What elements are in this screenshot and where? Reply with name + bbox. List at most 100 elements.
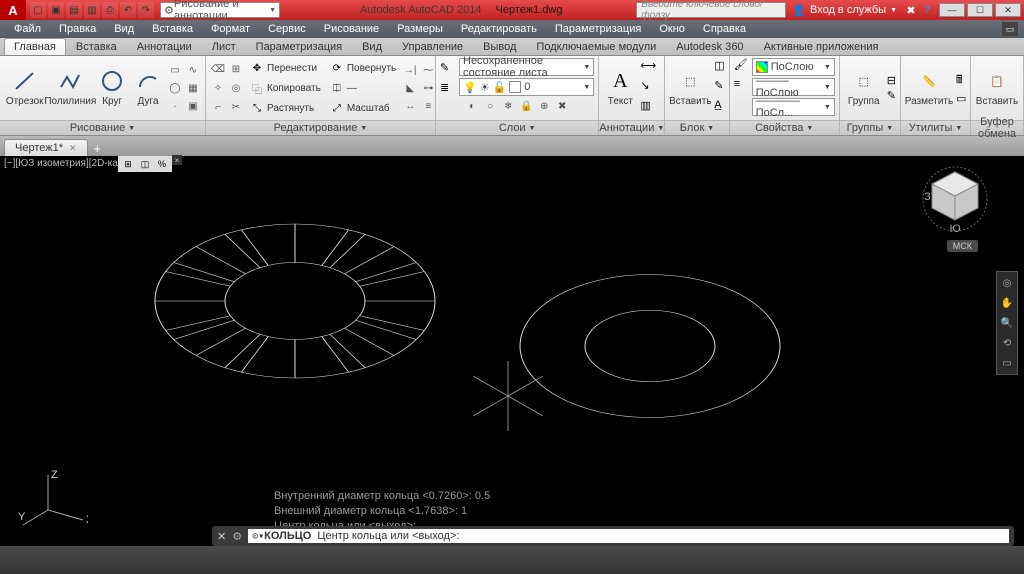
info-icon[interactable]: ▭ bbox=[1002, 22, 1018, 36]
tab-annotate[interactable]: Аннотации bbox=[127, 38, 202, 55]
undo-icon[interactable]: ↶ bbox=[120, 2, 136, 18]
layeriso-icon[interactable]: ◐ bbox=[464, 98, 480, 114]
attr-icon[interactable]: A̲ bbox=[714, 99, 724, 117]
close-icon[interactable]: ✕ bbox=[69, 143, 77, 154]
menu-param[interactable]: Параметризация bbox=[547, 23, 649, 35]
lineweight-combo[interactable]: ——— ПоСлою▼ bbox=[752, 78, 835, 96]
calc-icon[interactable]: 🖩 bbox=[956, 71, 966, 90]
layerlock-icon[interactable]: 🔒 bbox=[518, 98, 534, 114]
select-icon[interactable]: ▭ bbox=[956, 92, 966, 105]
command-input[interactable]: ⊙▾ КОЛЬЦО Центр кольца или <выход>: bbox=[248, 529, 1009, 543]
group-button[interactable]: ⬚Группа bbox=[844, 58, 884, 118]
array-icon[interactable]: ⊞ bbox=[228, 61, 244, 77]
showmotion-icon[interactable]: ▭ bbox=[999, 355, 1015, 371]
app-logo[interactable]: A bbox=[0, 0, 26, 20]
line-button[interactable]: Отрезок bbox=[4, 58, 45, 118]
maximize-button[interactable]: ☐ bbox=[967, 3, 993, 17]
save-icon[interactable]: ▤ bbox=[66, 2, 82, 18]
scale-button[interactable]: ⤢Масштаб bbox=[327, 99, 399, 117]
rotate-button[interactable]: ⟳Повернуть bbox=[327, 59, 399, 77]
layerstate-combo[interactable]: Несохраненное состояние листа▼ bbox=[459, 58, 594, 76]
layerfrz-icon[interactable]: ❄ bbox=[500, 98, 516, 114]
align-icon[interactable]: ≡ bbox=[420, 98, 436, 114]
menu-file[interactable]: Файл bbox=[6, 23, 49, 35]
erase-icon[interactable]: ⌫ bbox=[210, 61, 226, 77]
tab-layout[interactable]: Лист bbox=[202, 38, 246, 55]
rect-icon[interactable]: ▭ bbox=[167, 62, 183, 78]
mirror-button[interactable]: ⎅— bbox=[327, 79, 399, 97]
command-line[interactable]: ✕ ⚙ ⊙▾ КОЛЬЦО Центр кольца или <выход>: bbox=[212, 526, 1014, 546]
explode-icon[interactable]: ✧ bbox=[210, 80, 226, 96]
list-icon[interactable]: ≡ bbox=[734, 78, 750, 96]
stretch-button[interactable]: ⤡Растянуть bbox=[247, 99, 324, 117]
create-block-icon[interactable]: ◫ bbox=[714, 59, 724, 77]
region-icon[interactable]: ▣ bbox=[185, 98, 201, 114]
hatch-icon[interactable]: ▦ bbox=[185, 80, 201, 96]
tab-output[interactable]: Вывод bbox=[473, 38, 526, 55]
redo-icon[interactable]: ↷ bbox=[138, 2, 154, 18]
dimlinear-icon[interactable]: ⟷ bbox=[640, 59, 656, 77]
wheel-icon[interactable]: ◎ bbox=[999, 275, 1015, 291]
help-icon[interactable]: ? bbox=[919, 4, 935, 16]
matchprop-icon[interactable]: 🖌 bbox=[734, 58, 750, 76]
color-combo[interactable]: ПоСлою▼ bbox=[752, 58, 835, 76]
menu-insert[interactable]: Вставка bbox=[144, 23, 201, 35]
close-button[interactable]: ✕ bbox=[995, 3, 1021, 17]
layerprops-icon[interactable]: ✎ bbox=[440, 61, 456, 74]
menu-dim[interactable]: Размеры bbox=[389, 23, 451, 35]
signin-button[interactable]: 👤 Вход в службы ▼ bbox=[792, 4, 897, 17]
tab-plugins[interactable]: Подключаемые модули bbox=[526, 38, 666, 55]
print-icon[interactable]: ⎙ bbox=[102, 2, 118, 18]
exchange-icon[interactable]: ✖ bbox=[903, 4, 919, 17]
menu-tools[interactable]: Сервис bbox=[260, 23, 314, 35]
layermatch-icon[interactable]: ≣ bbox=[440, 81, 456, 94]
workspace-selector[interactable]: ⚙ Рисование и аннотации ▼ bbox=[160, 2, 280, 18]
spline-icon[interactable]: ∿ bbox=[185, 62, 201, 78]
offset-icon[interactable]: ◎ bbox=[228, 80, 244, 96]
layeroff-icon[interactable]: ○ bbox=[482, 98, 498, 114]
ellipse-icon[interactable]: ◯ bbox=[167, 80, 183, 96]
point-icon[interactable]: ∙ bbox=[167, 98, 183, 114]
groupedit-icon[interactable]: ✎ bbox=[887, 89, 896, 102]
doc-tab[interactable]: Чертеж1*✕ bbox=[4, 139, 88, 156]
leader-icon[interactable]: ↘ bbox=[640, 79, 656, 97]
lengthen-icon[interactable]: ↔ bbox=[402, 98, 418, 114]
gear-icon[interactable]: ⚙ bbox=[232, 530, 242, 543]
tab-express[interactable]: Активные приложения bbox=[754, 38, 889, 55]
fillet-icon[interactable]: ⌐ bbox=[210, 99, 226, 115]
tab-a360[interactable]: Autodesk 360 bbox=[666, 38, 753, 55]
layermerge-icon[interactable]: ⊕ bbox=[536, 98, 552, 114]
menu-draw[interactable]: Рисование bbox=[316, 23, 387, 35]
add-tab-icon[interactable]: + bbox=[88, 141, 108, 156]
tab-parametric[interactable]: Параметризация bbox=[246, 38, 352, 55]
chamfer-icon[interactable]: ◣ bbox=[402, 80, 418, 96]
tab-view[interactable]: Вид bbox=[352, 38, 392, 55]
drawing-area[interactable]: [−][ЮЗ изометрия][2D-каркас] ⊞ ◫ % × bbox=[0, 156, 1024, 546]
open-icon[interactable]: ▣ bbox=[48, 2, 64, 18]
arc-button[interactable]: Дуга bbox=[132, 58, 164, 118]
layerdel-icon[interactable]: ✖ bbox=[554, 98, 570, 114]
menu-format[interactable]: Формат bbox=[203, 23, 258, 35]
paste-button[interactable]: 📋Вставить bbox=[975, 58, 1019, 118]
edit-block-icon[interactable]: ✎ bbox=[714, 79, 724, 97]
menu-window[interactable]: Окно bbox=[651, 23, 693, 35]
new-icon[interactable]: ▢ bbox=[30, 2, 46, 18]
insert-block-button[interactable]: ⬚Вставить bbox=[669, 58, 711, 118]
saveas-icon[interactable]: ▥ bbox=[84, 2, 100, 18]
zoom-icon[interactable]: 🔍 bbox=[999, 315, 1015, 331]
join-icon[interactable]: ⊶ bbox=[420, 80, 436, 96]
close-icon[interactable]: ✕ bbox=[217, 530, 226, 543]
pan-icon[interactable]: ✋ bbox=[999, 295, 1015, 311]
table-icon[interactable]: ▥ bbox=[640, 99, 656, 117]
view-cube[interactable]: Ю З bbox=[920, 164, 990, 234]
copy-button[interactable]: ⿻Копировать bbox=[247, 79, 324, 97]
layer-combo[interactable]: 💡☀🔓 0▼ bbox=[459, 78, 594, 96]
search-input[interactable]: Введите ключевое слово/фразу bbox=[636, 2, 786, 18]
extend-icon[interactable]: →| bbox=[402, 62, 418, 78]
trim-icon[interactable]: ✂ bbox=[228, 99, 244, 115]
menu-modify[interactable]: Редактировать bbox=[453, 23, 545, 35]
linetype-combo[interactable]: ———— ПоСл...▼ bbox=[752, 98, 835, 116]
circle-button[interactable]: Круг bbox=[95, 58, 129, 118]
minimize-button[interactable]: — bbox=[939, 3, 965, 17]
tab-home[interactable]: Главная bbox=[4, 38, 66, 55]
